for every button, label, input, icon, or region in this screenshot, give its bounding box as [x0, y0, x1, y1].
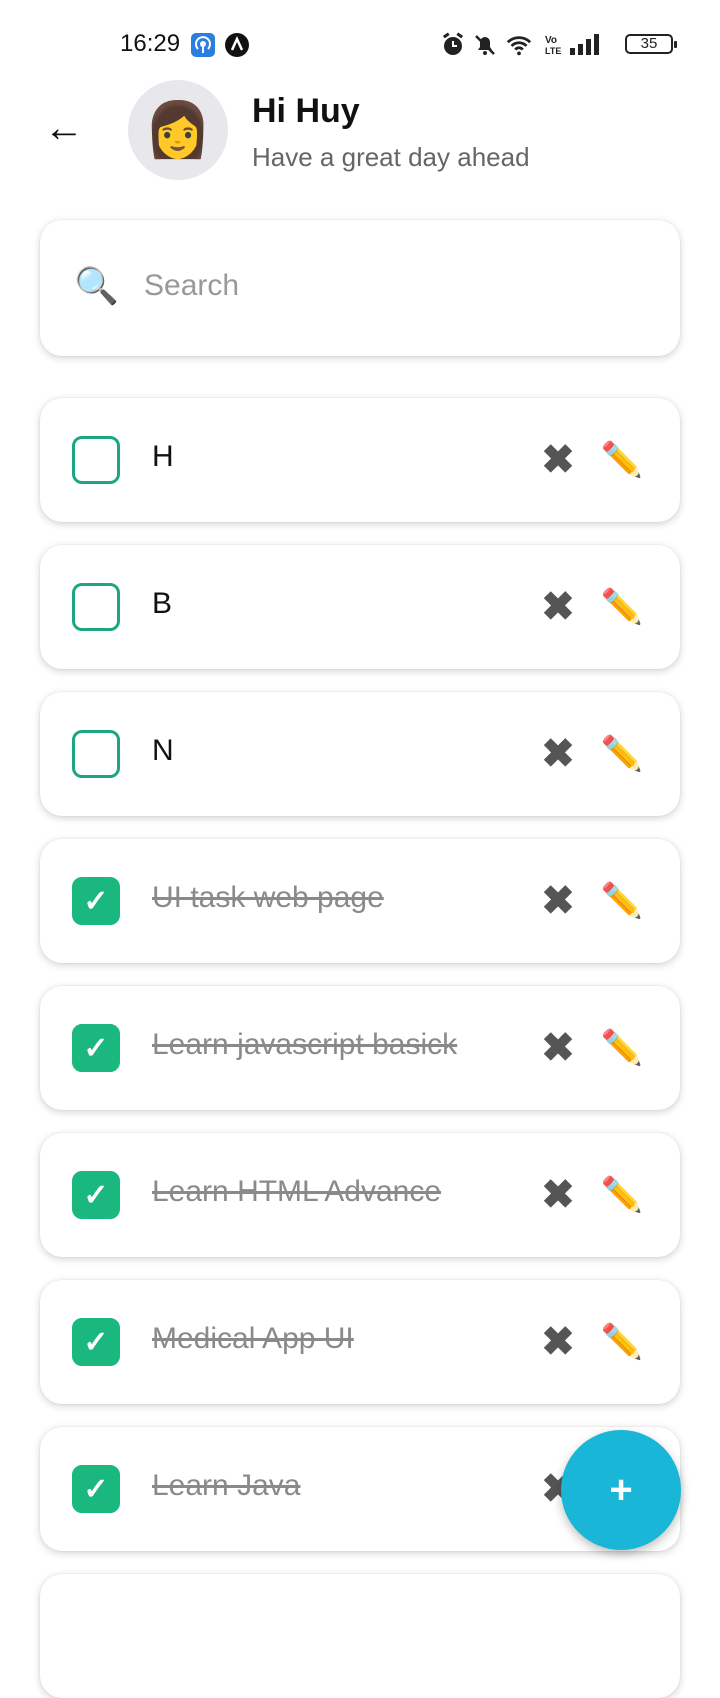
task-checkbox[interactable] — [72, 436, 120, 484]
hotspot-icon — [190, 32, 216, 58]
back-arrow-icon[interactable]: ← — [44, 108, 84, 148]
alarm-icon — [440, 32, 466, 58]
delete-icon[interactable]: ✖ — [536, 436, 580, 484]
add-task-button[interactable]: + — [561, 1430, 681, 1550]
task-label: Learn HTML Advance — [152, 1175, 442, 1208]
task-checkbox[interactable]: ✓ — [72, 877, 120, 925]
bell-off-icon — [472, 32, 498, 58]
task-checkbox[interactable]: ✓ — [72, 1465, 120, 1513]
delete-icon[interactable]: ✖ — [536, 730, 580, 778]
delete-icon[interactable]: ✖ — [536, 1171, 580, 1219]
edit-pencil-icon[interactable]: ✏️ — [600, 438, 644, 482]
svg-text:Vo: Vo — [545, 35, 557, 46]
greeting-title: Hi Huy — [252, 92, 360, 130]
task-item[interactable]: N ✖ ✏️ — [40, 692, 680, 816]
svg-text:LTE: LTE — [545, 46, 561, 56]
avatar: 👩 — [128, 80, 228, 180]
task-item[interactable]: H ✖ ✏️ — [40, 398, 680, 522]
volte-icon: Vo LTE — [540, 32, 566, 58]
task-checkbox[interactable]: ✓ — [72, 1171, 120, 1219]
task-item[interactable]: ✓ UI task web page ✖ ✏️ — [40, 839, 680, 963]
task-label: Learn Java — [152, 1469, 301, 1502]
delete-icon[interactable]: ✖ — [536, 1318, 580, 1366]
task-checkbox[interactable]: ✓ — [72, 1318, 120, 1366]
edit-pencil-icon[interactable]: ✏️ — [600, 585, 644, 629]
greeting-subtitle: Have a great day ahead — [252, 142, 530, 172]
task-item-partial[interactable] — [40, 1574, 680, 1698]
search-box[interactable]: 🔍 — [40, 220, 680, 356]
task-item[interactable]: ✓ Medical App UI ✖ ✏️ — [40, 1280, 680, 1404]
wifi-icon — [506, 32, 532, 58]
edit-pencil-icon[interactable]: ✏️ — [600, 1026, 644, 1070]
edit-pencil-icon[interactable]: ✏️ — [600, 732, 644, 776]
task-item[interactable]: ✓ Learn javascript basick ✖ ✏️ — [40, 986, 680, 1110]
task-label: N — [152, 734, 174, 767]
task-label: Medical App UI — [152, 1322, 354, 1355]
signal-icon — [568, 32, 600, 58]
delete-icon[interactable]: ✖ — [536, 1024, 580, 1072]
status-time: 16:29 — [120, 30, 181, 57]
task-label: UI task web page — [152, 881, 384, 914]
search-icon: 🔍 — [74, 265, 119, 306]
task-item[interactable]: B ✖ ✏️ — [40, 545, 680, 669]
battery-icon: 35 — [625, 34, 677, 54]
header: ← 👩 Hi Huy Have a great day ahead — [0, 78, 720, 182]
task-checkbox[interactable] — [72, 583, 120, 631]
delete-icon[interactable]: ✖ — [536, 877, 580, 925]
task-label: Learn javascript basick — [152, 1028, 458, 1061]
search-input[interactable] — [144, 256, 644, 316]
edit-pencil-icon[interactable]: ✏️ — [600, 1320, 644, 1364]
app-badge-icon — [224, 32, 250, 58]
task-checkbox[interactable] — [72, 730, 120, 778]
edit-pencil-icon[interactable]: ✏️ — [600, 879, 644, 923]
task-label: B — [152, 587, 173, 620]
task-checkbox[interactable]: ✓ — [72, 1024, 120, 1072]
task-label: H — [152, 440, 174, 473]
task-item[interactable]: ✓ Learn HTML Advance ✖ ✏️ — [40, 1133, 680, 1257]
edit-pencil-icon[interactable]: ✏️ — [600, 1173, 644, 1217]
delete-icon[interactable]: ✖ — [536, 583, 580, 631]
status-bar: 16:29 Vo LTE 35 — [0, 0, 720, 90]
